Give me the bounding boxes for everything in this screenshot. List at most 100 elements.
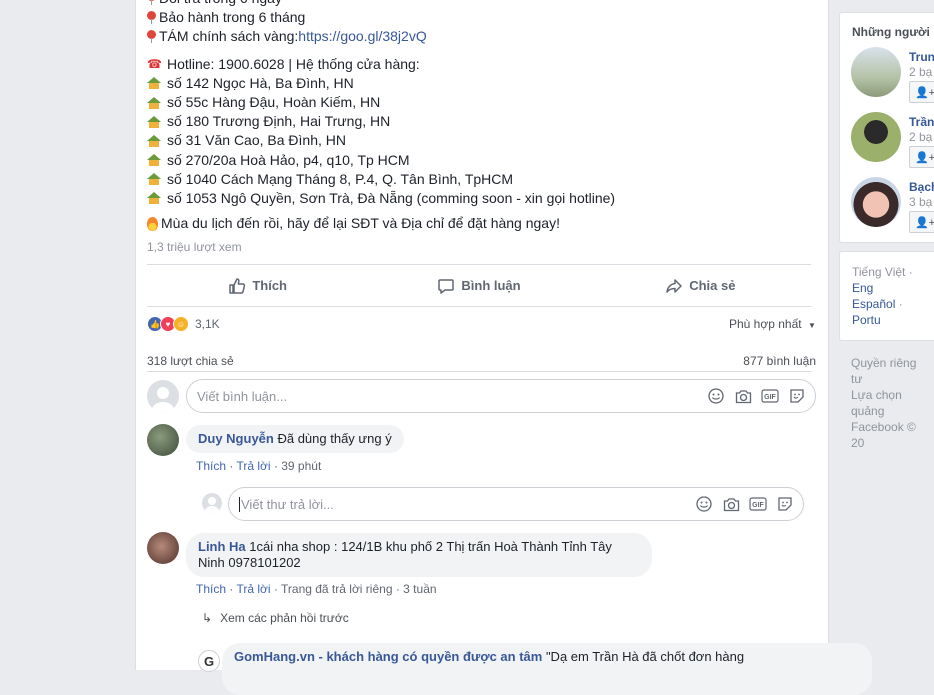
- view-count: 1,3 triệu lượt xem: [147, 240, 242, 254]
- suggestion-item: Trun 2 bạ 👤+: [840, 47, 934, 112]
- add-friend-button[interactable]: 👤+: [909, 211, 934, 233]
- thumbs-up-icon: [229, 277, 246, 294]
- comment-text: Đã dùng thấy ưng ý: [277, 431, 392, 446]
- store-line: số 31 Văn Cao, Ba Đình, HN: [147, 131, 807, 150]
- policy-link[interactable]: https://goo.gl/38j2vQ: [298, 27, 426, 46]
- post-line: Đổi trả trong 6 ngày: [147, 0, 807, 8]
- store-line: số 55c Hàng Đậu, Hoàn Kiếm, HN: [147, 93, 807, 112]
- comment-like-link[interactable]: Thích: [196, 582, 226, 596]
- lang-spanish[interactable]: Español: [852, 297, 895, 311]
- suggestion-name[interactable]: Trần: [909, 115, 934, 129]
- privacy-link[interactable]: Quyền riêng tư: [851, 356, 916, 386]
- house-icon: [147, 134, 161, 147]
- house-icon: [147, 77, 161, 90]
- suggestion-name[interactable]: Bạch: [909, 180, 934, 194]
- suggestion-avatar[interactable]: [851, 47, 901, 97]
- comment-count[interactable]: 877 bình luận: [743, 354, 816, 368]
- see-previous-replies[interactable]: ↳ Xem các phản hồi trước: [202, 611, 349, 625]
- share-arrow-icon: [666, 278, 682, 293]
- share-count[interactable]: 318 lượt chia sẻ: [147, 354, 234, 368]
- reaction-summary[interactable]: 👍 ♥ ☺ 3,1K: [147, 316, 220, 332]
- commenter-avatar[interactable]: [147, 532, 179, 564]
- add-friend-icon: 👤+: [914, 216, 934, 229]
- add-friend-button[interactable]: 👤+: [909, 146, 934, 168]
- suggestion-item: Trần 2 bạ 👤+: [840, 112, 934, 177]
- mutual-friends: 2 bạ: [909, 65, 933, 79]
- post-line: Bảo hành trong 6 tháng: [147, 8, 807, 27]
- comment-time[interactable]: 39 phút: [281, 459, 321, 473]
- share-button[interactable]: Chia sẻ: [590, 265, 811, 306]
- pin-icon: [147, 11, 156, 25]
- g-logo-icon: G: [203, 653, 215, 669]
- suggestion-avatar[interactable]: [851, 177, 901, 227]
- phone-icon: ☎: [147, 56, 162, 71]
- house-icon: [147, 173, 161, 186]
- comment-like-link[interactable]: Thích: [196, 459, 226, 473]
- mutual-friends: 3 bạ: [909, 195, 933, 209]
- add-friend-icon: 👤+: [914, 151, 934, 164]
- suggestion-name[interactable]: Trun: [909, 50, 934, 64]
- lang-portuguese[interactable]: Portu: [852, 313, 881, 327]
- page-avatar[interactable]: G: [198, 650, 220, 672]
- store-line: số 1040 Cách Mạng Tháng 8, P.4, Q. Tân B…: [147, 170, 807, 189]
- svg-text:GIF: GIF: [752, 502, 764, 509]
- house-icon: [147, 115, 161, 128]
- post-line: TÁM chính sách vàng: https://goo.gl/38j2…: [147, 27, 807, 46]
- sticker-icon[interactable]: [787, 386, 807, 406]
- comment-input[interactable]: Viết bình luận... GIF: [186, 379, 816, 413]
- camera-icon[interactable]: [733, 386, 753, 406]
- language-box: Tiếng Việt · Eng Español · Portu: [839, 251, 934, 341]
- gif-icon[interactable]: GIF: [760, 386, 780, 406]
- cta-line: Mùa du lịch đến rồi, hãy để lại SĐT và Đ…: [147, 214, 807, 233]
- comment-reply-link[interactable]: Trả lời: [236, 459, 270, 473]
- house-icon: [147, 96, 161, 109]
- mutual-friends: 2 bạ: [909, 130, 933, 144]
- my-avatar-small: [202, 493, 222, 513]
- svg-text:GIF: GIF: [764, 394, 776, 401]
- lang-english[interactable]: Eng: [852, 281, 873, 295]
- my-avatar: [147, 380, 179, 412]
- add-friend-button[interactable]: 👤+: [909, 81, 934, 103]
- reply-input[interactable]: Viết thư trả lời... GIF: [228, 487, 804, 521]
- emoji-icon[interactable]: [694, 494, 714, 514]
- reply-tools: GIF: [694, 488, 795, 520]
- hotline-line: ☎ Hotline: 1900.6028 | Hệ thống cửa hàng:: [147, 55, 807, 74]
- fire-icon: [147, 216, 158, 231]
- speech-bubble-icon: [438, 278, 455, 294]
- commenter-name[interactable]: Linh Ha: [198, 539, 246, 554]
- page-reply-text: "Dạ em Trần Hà đã chốt đơn hàng: [545, 649, 745, 664]
- comment-button[interactable]: Bình luận: [368, 265, 589, 306]
- commenter-name[interactable]: Duy Nguyễn: [198, 431, 274, 446]
- reply-arrow-icon: ↳: [202, 611, 213, 625]
- add-friend-icon: 👤+: [914, 86, 934, 99]
- emoji-icon[interactable]: [706, 386, 726, 406]
- page-replied-note: Trang đã trả lời riêng: [281, 582, 393, 596]
- copyright: Facebook © 20: [851, 420, 916, 450]
- camera-icon[interactable]: [721, 494, 741, 514]
- comment-bubble: Linh Ha 1cái nha shop : 124/1B khu phố 2…: [186, 533, 652, 577]
- like-button[interactable]: Thích: [147, 265, 368, 306]
- store-line: số 142 Ngọc Hà, Ba Đình, HN: [147, 74, 807, 93]
- news-feed-post: Đổi trả trong 6 ngày Bảo hành trong 6 th…: [135, 0, 872, 695]
- suggestion-item: Bạch 3 bạ 👤+: [840, 177, 934, 242]
- commenter-avatar[interactable]: [147, 424, 179, 456]
- sticker-icon[interactable]: [775, 494, 795, 514]
- page-name[interactable]: GomHang.vn - khách hàng có quyền được an…: [234, 649, 542, 664]
- comment-bubble: Duy Nguyễn Đã dùng thấy ưng ý: [186, 425, 404, 453]
- suggestion-avatar[interactable]: [851, 112, 901, 162]
- sidebar-title: Những người: [852, 25, 930, 39]
- comment-time[interactable]: 3 tuần: [403, 582, 436, 596]
- house-icon: [147, 192, 161, 205]
- store-line: số 1053 Ngô Quyền, Sơn Trà, Đà Nẵng (com…: [147, 189, 807, 208]
- comment-sort-dropdown[interactable]: Phù hợp nhất ▼: [729, 317, 816, 331]
- comment-meta: Thích · Trả lời · 39 phút: [196, 459, 322, 473]
- lang-current: Tiếng Việt: [852, 265, 906, 279]
- pin-icon: [147, 0, 156, 6]
- gif-icon[interactable]: GIF: [748, 494, 768, 514]
- page-reply-bubble: GomHang.vn - khách hàng có quyền được an…: [222, 643, 872, 695]
- people-you-may-know: Những người Trun 2 bạ 👤+ Trần 2 bạ 👤+ Bạ…: [839, 12, 934, 243]
- divider: [147, 371, 811, 372]
- comment-reply-link[interactable]: Trả lời: [236, 582, 270, 596]
- store-line: số 180 Trương Định, Hai Trưng, HN: [147, 112, 807, 131]
- ad-choices-link[interactable]: Lựa chọn quảng: [851, 388, 902, 418]
